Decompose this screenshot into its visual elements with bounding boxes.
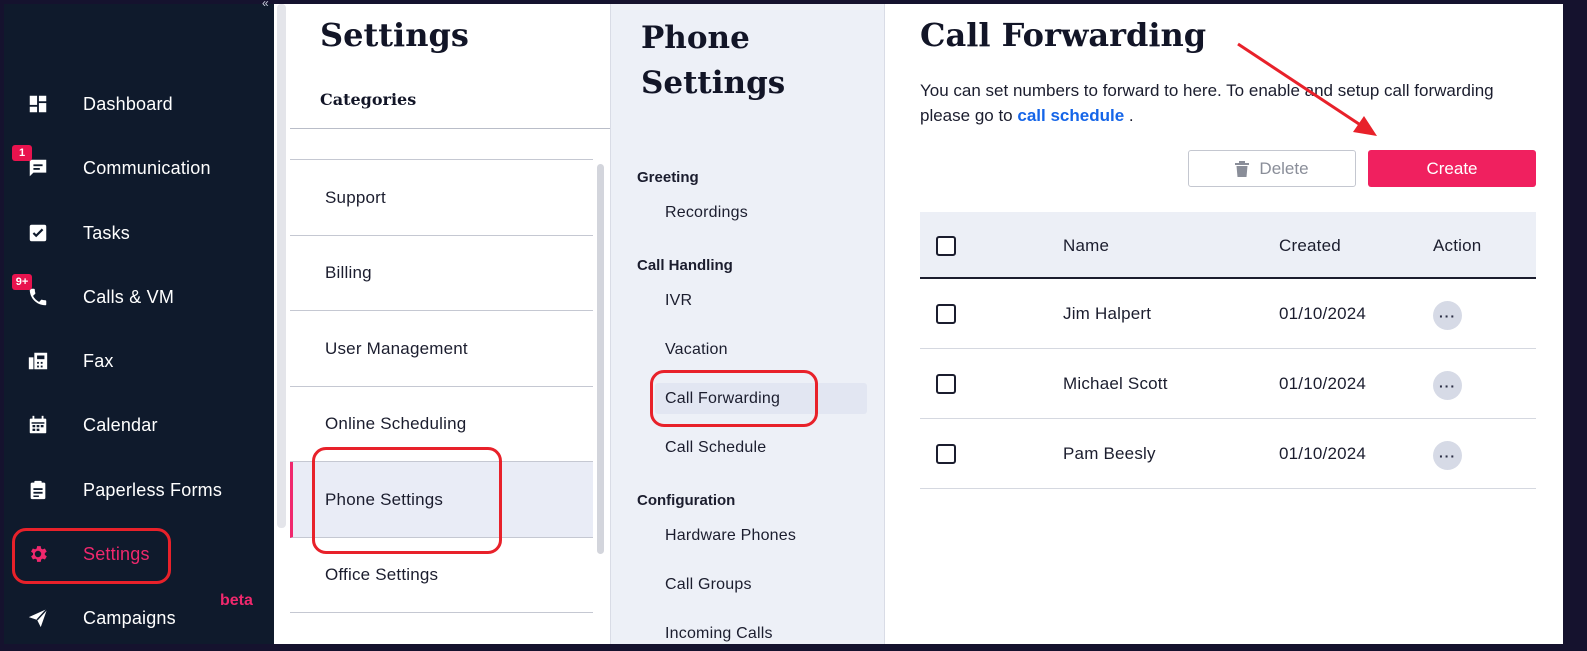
delete-button[interactable]: Delete xyxy=(1188,150,1356,187)
category-item-billing[interactable]: Billing xyxy=(290,235,593,311)
fax-icon xyxy=(26,349,50,373)
sidebar-item-tasks[interactable]: Tasks xyxy=(4,205,274,261)
category-label: Billing xyxy=(325,262,372,282)
row-name: Pam Beesly xyxy=(1063,444,1156,463)
phone-settings-panel: Phone Settings Greeting Recordings Call … xyxy=(610,4,885,644)
dashboard-icon xyxy=(26,92,50,116)
categories-heading: Categories xyxy=(320,90,417,109)
notification-badge: 1 xyxy=(12,145,32,161)
sidebar-item-label: Tasks xyxy=(83,222,131,243)
more-actions-button[interactable]: ··· xyxy=(1433,301,1462,330)
divider xyxy=(290,128,610,129)
menu-item-ivr[interactable]: IVR xyxy=(665,292,692,310)
description: You can set numbers to forward to here. … xyxy=(920,81,1494,125)
table-header: Name Created Action xyxy=(920,212,1536,279)
table-row: Pam Beesly 01/10/2024 ··· xyxy=(920,419,1536,489)
beta-tag: beta xyxy=(220,592,253,609)
menu-item-incoming-calls[interactable]: Incoming Calls xyxy=(665,625,773,643)
sidebar-item-label: Dashboard xyxy=(83,93,173,114)
select-all-checkbox[interactable] xyxy=(936,236,956,256)
sidebar-item-communication[interactable]: 1 Communication xyxy=(4,140,274,196)
outer-scrollbar[interactable] xyxy=(277,4,286,528)
trash-icon xyxy=(1235,160,1250,177)
menu-item-vacation[interactable]: Vacation xyxy=(665,341,728,359)
menu-item-hardware-phones[interactable]: Hardware Phones xyxy=(665,527,796,545)
category-label: Online Scheduling xyxy=(325,413,467,433)
group-call-handling: Call Handling xyxy=(637,257,733,274)
notification-badge: 9+ xyxy=(12,274,32,290)
row-checkbox[interactable] xyxy=(936,304,956,324)
more-actions-button[interactable]: ··· xyxy=(1433,371,1462,400)
annotation-highlight-settings xyxy=(12,528,171,584)
column-header-name[interactable]: Name xyxy=(1063,236,1109,256)
row-name: Michael Scott xyxy=(1063,374,1168,393)
checkbox-icon xyxy=(26,221,50,245)
sidebar-item-label: Paperless Forms xyxy=(83,479,223,500)
sidebar-item-label: Communication xyxy=(83,157,211,178)
row-created: 01/10/2024 xyxy=(1279,304,1367,323)
sidebar-item-calendar[interactable]: Calendar xyxy=(4,397,274,453)
annotation-highlight-call-forwarding xyxy=(650,370,818,427)
group-configuration: Configuration xyxy=(637,492,736,509)
menu-item-call-schedule[interactable]: Call Schedule xyxy=(665,439,766,457)
call-forwarding-panel: Call Forwarding You can set numbers to f… xyxy=(886,4,1563,644)
row-created: 01/10/2024 xyxy=(1279,444,1367,463)
annotation-highlight-phone-settings xyxy=(312,447,502,554)
sidebar-item-label: Fax xyxy=(83,350,114,371)
menu-item-recordings[interactable]: Recordings xyxy=(665,204,748,222)
category-label: Office Settings xyxy=(325,564,439,584)
calendar-icon xyxy=(26,413,50,437)
paper-plane-icon xyxy=(26,606,50,630)
page-title: Settings xyxy=(320,16,469,54)
row-created: 01/10/2024 xyxy=(1279,374,1367,393)
create-button[interactable]: Create xyxy=(1368,150,1536,187)
clipboard-icon xyxy=(26,478,50,502)
group-greeting: Greeting xyxy=(637,169,699,186)
sidebar-item-label: Campaigns xyxy=(83,607,176,628)
row-checkbox[interactable] xyxy=(936,374,956,394)
menu-item-call-groups[interactable]: Call Groups xyxy=(665,576,752,594)
sidebar-item-paperless-forms[interactable]: Paperless Forms xyxy=(4,462,274,518)
table-row: Michael Scott 01/10/2024 ··· xyxy=(920,349,1536,419)
phone-settings-title: Phone Settings xyxy=(641,20,786,101)
forwarding-table: Name Created Action Jim Halpert 01/10/20… xyxy=(920,212,1536,489)
collapse-sidebar-icon[interactable]: « xyxy=(262,0,269,10)
table-row: Jim Halpert 01/10/2024 ··· xyxy=(920,279,1536,349)
sidebar-item-calls-vm[interactable]: 9+ Calls & VM xyxy=(4,269,274,325)
more-actions-button[interactable]: ··· xyxy=(1433,441,1462,470)
sidebar-item-fax[interactable]: Fax xyxy=(4,333,274,389)
category-item-user-management[interactable]: User Management xyxy=(290,311,593,387)
column-header-action: Action xyxy=(1433,236,1482,255)
call-forwarding-title: Call Forwarding xyxy=(920,16,1207,54)
row-checkbox[interactable] xyxy=(936,444,956,464)
category-item-support[interactable]: Support xyxy=(290,160,593,236)
row-name: Jim Halpert xyxy=(1063,304,1152,323)
category-label: Support xyxy=(325,187,386,207)
sidebar-item-dashboard[interactable]: Dashboard xyxy=(4,76,274,132)
categories-scrollbar[interactable] xyxy=(597,164,604,554)
column-header-created[interactable]: Created xyxy=(1279,236,1341,256)
sidebar-item-label: Calendar xyxy=(83,414,158,435)
call-schedule-link[interactable]: call schedule xyxy=(1017,106,1124,125)
category-label: User Management xyxy=(325,338,468,358)
sidebar-item-label: Calls & VM xyxy=(83,286,175,307)
